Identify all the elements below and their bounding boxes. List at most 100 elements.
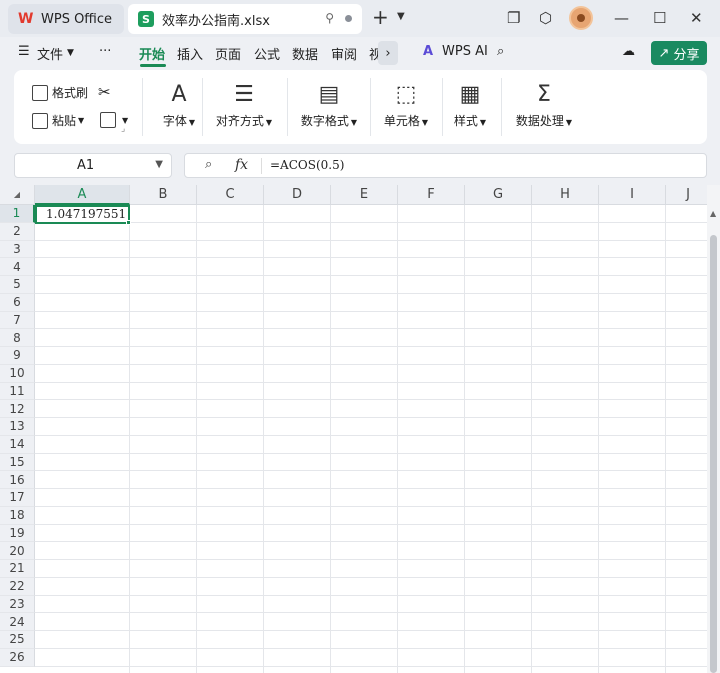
tab-page[interactable]: 页面 bbox=[215, 44, 241, 63]
wps-ai-button[interactable]: WPS AI bbox=[442, 44, 488, 59]
column-header-i[interactable]: I bbox=[599, 185, 666, 205]
formula-input[interactable]: ⌕ fx =ACOS(0.5) bbox=[184, 153, 707, 178]
scroll-up-icon[interactable]: ▲ bbox=[710, 209, 716, 218]
data-processing-button[interactable]: Σ 数据处理 ▼ bbox=[512, 82, 576, 129]
unsaved-dot-icon[interactable] bbox=[345, 15, 352, 22]
row-header-13[interactable]: 13 bbox=[0, 418, 35, 436]
dialog-launcher-icon[interactable]: ⌟ bbox=[121, 124, 125, 134]
row-header-1[interactable]: 1 bbox=[0, 205, 35, 223]
row-header-15[interactable]: 15 bbox=[0, 453, 35, 472]
column-header-c[interactable]: C bbox=[197, 185, 264, 205]
fill-handle[interactable] bbox=[126, 220, 131, 225]
column-header-f[interactable]: F bbox=[398, 185, 465, 205]
font-button[interactable]: A 字体 ▼ bbox=[154, 82, 204, 129]
row-header-14[interactable]: 14 bbox=[0, 435, 35, 454]
sigma-icon: Σ bbox=[537, 82, 551, 107]
active-tab-indicator bbox=[140, 64, 166, 67]
row-header-22[interactable]: 22 bbox=[0, 577, 35, 596]
gridline bbox=[35, 292, 707, 294]
formula-bar: A1 ▼ ⌕ fx =ACOS(0.5) bbox=[0, 146, 720, 184]
column-header-d[interactable]: D bbox=[264, 185, 331, 205]
row-header-6[interactable]: 6 bbox=[0, 293, 35, 312]
column-header-g[interactable]: G bbox=[465, 185, 532, 205]
row-header-17[interactable]: 17 bbox=[0, 489, 35, 507]
chevron-down-icon: ▼ bbox=[565, 118, 573, 127]
chevron-down-icon[interactable]: ▼ bbox=[155, 159, 163, 170]
row-header-3[interactable]: 3 bbox=[0, 240, 35, 259]
column-header-e[interactable]: E bbox=[331, 185, 398, 205]
restore-window-icon[interactable]: ❐ bbox=[507, 9, 520, 27]
row-header-9[interactable]: 9 bbox=[0, 347, 35, 365]
row-header-2[interactable]: 2 bbox=[0, 222, 35, 241]
function-icon[interactable]: fx bbox=[235, 157, 248, 173]
tab-data[interactable]: 数据 bbox=[292, 44, 318, 63]
formula-divider bbox=[261, 158, 262, 174]
scissors-icon[interactable]: ✂ bbox=[98, 83, 111, 101]
more-menu[interactable]: ··· bbox=[99, 44, 111, 59]
cloud-upload-icon[interactable]: ☁ bbox=[622, 44, 635, 59]
ribbon-divider bbox=[442, 78, 443, 136]
clipboard-icon bbox=[32, 112, 48, 129]
row-header-7[interactable]: 7 bbox=[0, 311, 35, 330]
tab-wps-office[interactable]: W WPS Office bbox=[8, 4, 124, 34]
zoom-icon[interactable]: ⌕ bbox=[205, 157, 212, 172]
new-tab-icon[interactable]: + bbox=[372, 7, 389, 27]
pin-icon[interactable]: ⚲ bbox=[325, 11, 334, 25]
minimize-icon[interactable]: — bbox=[614, 9, 629, 27]
formula-text[interactable]: =ACOS(0.5) bbox=[270, 158, 344, 172]
row-header-24[interactable]: 24 bbox=[0, 613, 35, 631]
row-header-11[interactable]: 11 bbox=[0, 382, 35, 401]
tab-formula[interactable]: 公式 bbox=[254, 44, 280, 63]
row-header-23[interactable]: 23 bbox=[0, 595, 35, 614]
row-header-5[interactable]: 5 bbox=[0, 276, 35, 294]
column-header-j[interactable]: J bbox=[666, 185, 707, 205]
tab-insert[interactable]: 插入 bbox=[177, 44, 203, 63]
menu-file[interactable]: 文件 bbox=[37, 44, 63, 63]
number-format-button[interactable]: ▤ 数字格式 ▼ bbox=[297, 82, 361, 129]
row-header-20[interactable]: 20 bbox=[0, 542, 35, 560]
format-painter-button[interactable]: 格式刷 bbox=[32, 84, 88, 101]
row-header-12[interactable]: 12 bbox=[0, 400, 35, 418]
cube-icon[interactable]: ⬡ bbox=[539, 9, 552, 27]
alignment-button[interactable]: ☰ 对齐方式 ▼ bbox=[212, 82, 276, 129]
menu-bar: ☰ 文件 ▼ ··· 开始 插入 页面 公式 数据 审阅 视 › A WPS A… bbox=[0, 37, 720, 68]
chevron-right-icon[interactable]: › bbox=[378, 41, 398, 65]
row-header-4[interactable]: 4 bbox=[0, 258, 35, 276]
tab-review[interactable]: 审阅 bbox=[331, 44, 357, 63]
column-header-a[interactable]: A bbox=[35, 185, 130, 205]
row-header-16[interactable]: 16 bbox=[0, 471, 35, 489]
chevron-down-icon[interactable]: ▼ bbox=[397, 11, 405, 22]
row-header-25[interactable]: 25 bbox=[0, 631, 35, 649]
chevron-down-icon[interactable]: ▼ bbox=[67, 48, 74, 58]
hamburger-icon[interactable]: ☰ bbox=[18, 44, 30, 59]
spreadsheet-grid[interactable]: ◢ A B C D E F G H I J 1 2 3 4 5 6 7 8 9 10 11 12 13 14 15 16 17 18 1… bbox=[0, 185, 707, 673]
avatar[interactable] bbox=[569, 6, 593, 30]
search-icon[interactable]: ⌕ bbox=[497, 44, 504, 59]
tab-home[interactable]: 开始 bbox=[139, 44, 165, 63]
name-box[interactable]: A1 ▼ bbox=[14, 153, 172, 178]
column-header-h[interactable]: H bbox=[532, 185, 599, 205]
row-header-18[interactable]: 18 bbox=[0, 506, 35, 525]
share-button[interactable]: ↗ 分享 bbox=[651, 41, 707, 65]
gridline bbox=[35, 275, 707, 276]
maximize-icon[interactable]: ☐ bbox=[653, 9, 666, 27]
scrollbar-thumb[interactable] bbox=[710, 235, 717, 673]
chevron-down-icon: ▼ bbox=[78, 116, 85, 125]
paste-button[interactable]: 粘贴 ▼ bbox=[32, 112, 84, 129]
cell-icon: ⬚ bbox=[395, 82, 417, 107]
tab-document[interactable]: S 效率办公指南.xlsx ⚲ bbox=[128, 4, 362, 34]
row-header-10[interactable]: 10 bbox=[0, 364, 35, 383]
gridline bbox=[35, 470, 707, 472]
row-header-8[interactable]: 8 bbox=[0, 329, 35, 347]
vertical-scrollbar[interactable]: ▲ bbox=[707, 185, 720, 673]
column-header-b[interactable]: B bbox=[130, 185, 197, 205]
cells-button[interactable]: ⬚ 单元格 ▼ bbox=[380, 82, 432, 129]
row-header-26[interactable]: 26 bbox=[0, 648, 35, 667]
select-all-corner[interactable]: ◢ bbox=[0, 185, 35, 205]
row-header-21[interactable]: 21 bbox=[0, 560, 35, 578]
gridline bbox=[35, 381, 707, 383]
style-button[interactable]: ▦ 样式 ▼ bbox=[450, 82, 490, 129]
row-header-19[interactable]: 19 bbox=[0, 524, 35, 543]
close-icon[interactable]: ✕ bbox=[690, 9, 703, 27]
cell-a1[interactable]: 1.047197551 bbox=[35, 205, 130, 224]
